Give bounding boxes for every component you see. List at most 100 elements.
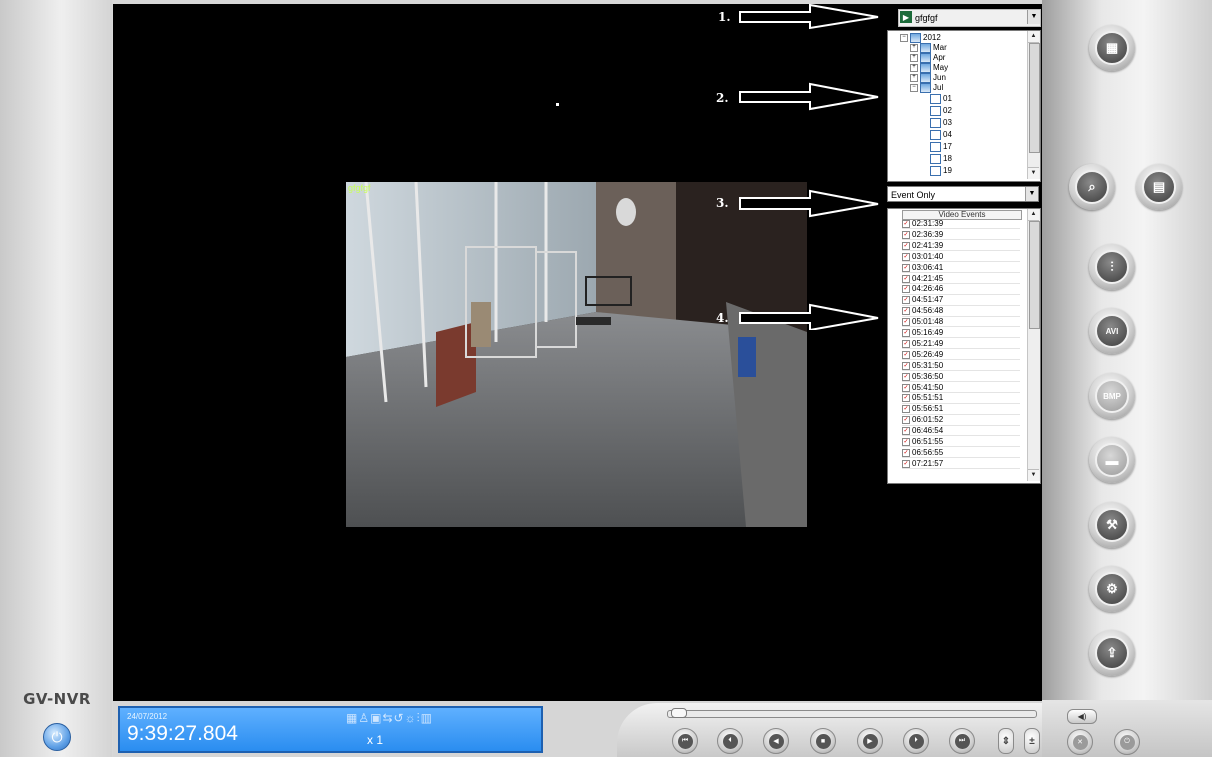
tree-item-day[interactable]: 03 (930, 118, 952, 128)
event-filter-select[interactable]: Event Only ▼ (887, 186, 1039, 202)
check-icon[interactable]: ✓ (902, 427, 910, 436)
event-row[interactable]: ✓ 03:06:41 (902, 263, 1020, 273)
check-icon[interactable]: ✓ (902, 448, 910, 457)
event-row[interactable]: ✓ 06:51:55 (902, 437, 1020, 448)
save-avi-button[interactable]: AVI (1089, 308, 1135, 354)
tree-scrollbar[interactable]: ▲ ▼ (1027, 31, 1040, 179)
scroll-thumb[interactable] (1029, 221, 1040, 329)
check-icon[interactable]: ✓ (902, 220, 910, 228)
expand-icon[interactable]: + (910, 44, 918, 52)
event-row[interactable]: ✓ 02:36:39 (902, 230, 1020, 241)
event-row[interactable]: ✓ 04:21:45 (902, 274, 1020, 284)
check-icon[interactable]: ✓ (902, 416, 910, 425)
settings-button[interactable]: ⚙ (1089, 566, 1135, 612)
check-icon[interactable]: ✓ (902, 318, 910, 327)
event-row[interactable]: ✓ 05:56:51 (902, 405, 1020, 415)
tree-item-day[interactable]: 17 (930, 142, 952, 152)
event-row[interactable]: ✓ 05:31:50 (902, 361, 1020, 372)
event-row[interactable]: ✓ 06:01:52 (902, 416, 1020, 426)
event-row[interactable]: ✓ 06:56:55 (902, 448, 1020, 459)
check-icon[interactable]: ✓ (902, 230, 910, 239)
stop-button[interactable]: ■ (810, 728, 836, 754)
event-row[interactable]: ✓ 07:21:57 (902, 459, 1020, 470)
save-bmp-button[interactable]: BMP (1089, 373, 1135, 419)
tree-item-month[interactable]: + Mar (910, 43, 947, 53)
tree-item-day[interactable]: 01 (930, 94, 952, 104)
event-row[interactable]: ✓ 05:16:49 (902, 328, 1020, 339)
tree-item-day[interactable]: 04 (930, 130, 952, 140)
tools-button[interactable]: ⚒ (1089, 502, 1135, 548)
event-row[interactable]: ✓ 06:46:54 (902, 427, 1020, 437)
last-frame-button[interactable]: ⏭ (949, 728, 975, 754)
event-row[interactable]: ✓ 05:21:49 (902, 339, 1020, 350)
collapse-icon[interactable]: − (900, 34, 908, 42)
event-row[interactable]: ✓ 05:36:50 (902, 372, 1020, 382)
tree-item-month[interactable]: + Apr (910, 53, 945, 63)
scroll-up-icon[interactable]: ▲ (1028, 209, 1039, 221)
check-icon[interactable]: ✓ (902, 459, 910, 468)
tree-item-year[interactable]: − 2012 (900, 33, 941, 43)
event-row[interactable]: ✓ 04:56:48 (902, 307, 1020, 317)
tree-item-month[interactable]: + May (910, 63, 948, 73)
check-icon[interactable]: ✓ (902, 438, 910, 446)
collapse-icon[interactable]: − (910, 84, 918, 92)
check-icon[interactable]: ✓ (902, 339, 910, 348)
camera-grid-button[interactable]: ▦ (1089, 25, 1135, 71)
date-tree[interactable]: −2012 + Mar + Apr + May + Jun − Jul 01 02 03 … (887, 30, 1041, 182)
events-scrollbar[interactable]: ▲ ▼ (1027, 209, 1040, 481)
check-icon[interactable]: ✓ (902, 361, 910, 370)
next-frame-button[interactable]: ⏵ (903, 728, 929, 754)
check-icon[interactable]: ✓ (902, 394, 910, 403)
check-icon[interactable]: ✓ (902, 241, 910, 250)
event-row[interactable]: ✓ 03:01:40 (902, 252, 1020, 263)
event-row[interactable]: ✓ 04:51:47 (902, 296, 1020, 306)
check-icon[interactable]: ✓ (902, 307, 910, 316)
rewind-button[interactable]: ◀ (763, 728, 789, 754)
event-row[interactable]: ✓ 05:51:51 (902, 394, 1020, 404)
first-frame-button[interactable]: ⏮ (672, 728, 698, 754)
print-button[interactable]: ▬ (1089, 437, 1135, 483)
speed-plus-minus-icon[interactable]: ± (1024, 728, 1040, 754)
expand-icon[interactable]: + (910, 64, 918, 72)
scroll-down-icon[interactable]: ▼ (1028, 167, 1039, 179)
timeline-slider[interactable] (667, 710, 1037, 718)
video-events-list[interactable]: Video Events ✓ 02:31:39 ✓ 02:36:39 ✓ 02:41:39… (887, 208, 1041, 484)
scroll-up-icon[interactable]: ▲ (1028, 31, 1039, 43)
chevron-down-icon[interactable]: ▼ (1025, 187, 1038, 201)
export-button[interactable]: ⇪ (1089, 630, 1135, 676)
event-row[interactable]: ✓ 04:26:46 (902, 285, 1020, 295)
scroll-down-icon[interactable]: ▼ (1028, 469, 1039, 481)
power-button[interactable]: ⏻ (1114, 729, 1140, 755)
check-icon[interactable]: ✓ (902, 252, 910, 261)
previous-frame-button[interactable]: ⏴ (717, 728, 743, 754)
tree-item-day[interactable]: 18 (930, 154, 952, 164)
check-icon[interactable]: ✓ (902, 405, 910, 414)
volume-icon[interactable]: ◀) (1067, 709, 1097, 724)
document-button[interactable]: ▤ (1136, 164, 1182, 210)
tree-item-day[interactable]: 02 (930, 106, 952, 116)
check-icon[interactable]: ✓ (902, 274, 910, 283)
speed-step-icon[interactable]: ⇕ (998, 728, 1014, 754)
chevron-down-icon[interactable]: ▼ (1027, 10, 1040, 24)
search-button[interactable]: ⌕ (1069, 164, 1115, 210)
power-icon[interactable]: ⏻ (43, 723, 71, 751)
play-button[interactable]: ▶ (857, 728, 883, 754)
expand-icon[interactable]: + (910, 54, 918, 62)
event-row[interactable]: ✓ 05:41:50 (902, 383, 1020, 393)
check-icon[interactable]: ✓ (902, 372, 910, 381)
check-icon[interactable]: ✓ (902, 329, 910, 337)
timeline-slider-thumb[interactable] (671, 708, 687, 718)
tree-item-month[interactable]: + Jun (910, 73, 946, 83)
check-icon[interactable]: ✓ (902, 263, 910, 272)
expand-icon[interactable]: + (910, 74, 918, 82)
tree-item-month[interactable]: − Jul (910, 83, 943, 93)
check-icon[interactable]: ✓ (902, 285, 910, 294)
check-icon[interactable]: ✓ (902, 383, 910, 392)
event-row[interactable]: ✓ 05:26:49 (902, 350, 1020, 361)
event-row[interactable]: ✓ 02:41:39 (902, 241, 1020, 252)
camera-select[interactable]: gfgfgf ▼ (898, 9, 1041, 27)
tree-item-day[interactable]: 19 (930, 166, 952, 176)
adjust-sliders-button[interactable]: ⫶ (1089, 244, 1135, 290)
scroll-thumb[interactable] (1029, 43, 1040, 153)
event-row[interactable]: ✓ 02:31:39 (902, 219, 1020, 230)
